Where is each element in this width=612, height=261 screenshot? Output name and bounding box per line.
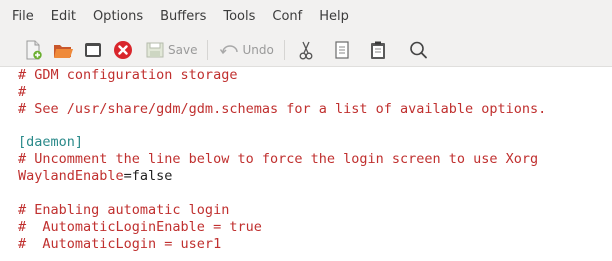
folder-open-icon bbox=[54, 44, 73, 58]
toolbar-separator bbox=[283, 39, 285, 60]
code-line: [daemon] bbox=[18, 134, 84, 150]
scissors-icon bbox=[299, 41, 313, 59]
code-line: # Enabling automatic login bbox=[18, 202, 230, 218]
search-button[interactable] bbox=[407, 36, 429, 64]
save-button[interactable]: Save bbox=[144, 36, 197, 64]
menu-buffers[interactable]: Buffers bbox=[160, 9, 206, 24]
code-line: # AutomaticLogin = user1 bbox=[18, 236, 222, 252]
new-file-icon bbox=[26, 40, 42, 59]
undo-icon bbox=[220, 44, 239, 54]
config-key: WaylandEnable bbox=[18, 168, 124, 184]
menu-options[interactable]: Options bbox=[93, 9, 143, 24]
config-value: =false bbox=[123, 168, 173, 184]
menu-edit[interactable]: Edit bbox=[51, 9, 76, 24]
save-icon bbox=[146, 42, 164, 57]
code-line: # AutomaticLoginEnable = true bbox=[18, 219, 262, 235]
menu-file[interactable]: File bbox=[12, 9, 34, 24]
paste-button[interactable] bbox=[367, 36, 389, 64]
open-file-button[interactable] bbox=[52, 36, 74, 64]
code-line: # bbox=[18, 84, 27, 100]
menu-conf[interactable]: Conf bbox=[272, 9, 302, 24]
toolbar-separator bbox=[207, 39, 209, 60]
menu-bar: File Edit Options Buffers Tools Conf Hel… bbox=[0, 0, 612, 33]
search-icon bbox=[410, 41, 427, 58]
editor-window: File Edit Options Buffers Tools Conf Hel… bbox=[0, 0, 612, 261]
menu-tools[interactable]: Tools bbox=[223, 9, 255, 24]
code-line: # See /usr/share/gdm/gdm.schemas for a l… bbox=[18, 101, 547, 117]
text-editor-area[interactable]: # GDM configuration storage # # See /usr… bbox=[0, 67, 612, 261]
code-line: # GDM configuration storage bbox=[18, 67, 238, 83]
undo-button[interactable]: Undo bbox=[218, 36, 274, 64]
close-icon bbox=[114, 40, 132, 59]
window-icon bbox=[85, 42, 101, 57]
cut-button[interactable] bbox=[295, 36, 317, 64]
close-buffer-button[interactable] bbox=[112, 36, 134, 64]
new-file-button[interactable] bbox=[22, 36, 44, 64]
code-line: # Uncomment the line below to force the … bbox=[18, 151, 539, 167]
save-label: Save bbox=[168, 42, 198, 57]
copy-button[interactable] bbox=[331, 36, 353, 64]
clipboard-icon bbox=[370, 41, 385, 59]
menu-help[interactable]: Help bbox=[319, 9, 349, 24]
window-button[interactable] bbox=[82, 36, 104, 64]
code-line: WaylandEnable=false bbox=[18, 168, 172, 185]
copy-icon bbox=[335, 40, 349, 59]
undo-label: Undo bbox=[242, 42, 274, 57]
toolbar: Save Undo bbox=[0, 33, 612, 67]
